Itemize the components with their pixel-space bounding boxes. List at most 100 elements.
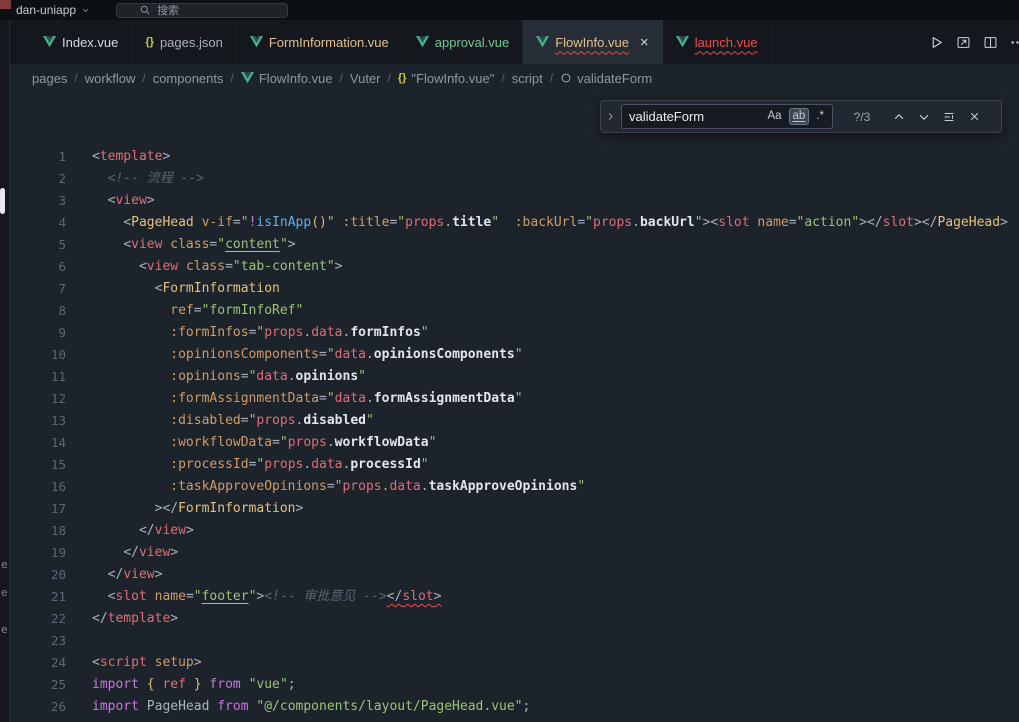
breadcrumb-separator: /: [340, 71, 343, 85]
command-center-search[interactable]: 搜索: [116, 3, 288, 18]
breadcrumb-label: pages: [32, 71, 67, 86]
code-text: :processId="props.data.processId": [92, 454, 429, 476]
code-line[interactable]: 20 </view>: [0, 564, 1019, 586]
clipped-text: e: [1, 558, 8, 571]
next-match-button[interactable]: [913, 106, 935, 128]
breadcrumb-separator: /: [142, 71, 145, 85]
tab-approval.vue[interactable]: approval.vue: [403, 20, 523, 64]
code-line[interactable]: 3 <view>: [0, 190, 1019, 212]
breadcrumb-label: "FlowInfo.vue": [411, 71, 494, 86]
find-widget: Aaab.* ?/3: [600, 100, 1002, 133]
find-input-box[interactable]: Aaab.*: [621, 104, 833, 129]
symbol-method-icon: [560, 72, 572, 84]
app-name: dan-uniapp: [16, 3, 76, 17]
code-line[interactable]: 8 ref="formInfoRef": [0, 300, 1019, 322]
breadcrumb-separator: /: [501, 71, 504, 85]
breadcrumb-label: FlowInfo.vue: [259, 71, 333, 86]
code-text: <script setup>: [92, 652, 202, 674]
close-find-button[interactable]: [963, 106, 985, 128]
braces-icon: {}: [398, 72, 407, 84]
code-text: :taskApproveOpinions="props.data.taskApp…: [92, 476, 585, 498]
split-editor-button[interactable]: [983, 35, 998, 50]
editor-actions: [929, 20, 1019, 64]
breadcrumb-item-FlowInfo.vue[interactable]: {} "FlowInfo.vue": [398, 71, 495, 86]
tab-FormInformation.vue[interactable]: FormInformation.vue: [237, 20, 403, 64]
match-case-toggle[interactable]: Aa: [763, 108, 785, 126]
code-text: <PageHead v-if="!isInApp()" :title="prop…: [92, 212, 1008, 234]
code-text: </template>: [92, 608, 178, 630]
breadcrumb-separator: /: [388, 71, 391, 85]
tab-label: launch.vue: [695, 35, 758, 50]
more-actions-button[interactable]: [1010, 35, 1019, 50]
code-text: <view class="tab-content">: [92, 256, 342, 278]
code-text: ></FormInformation>: [92, 498, 303, 520]
code-line[interactable]: 21 <slot name="footer"><!-- 审批意见 --></sl…: [0, 586, 1019, 608]
tab-Index.vue[interactable]: Index.vue: [30, 20, 132, 64]
code-line[interactable]: 25import { ref } from "vue";: [0, 674, 1019, 696]
breadcrumb-item-FlowInfo.vue[interactable]: FlowInfo.vue: [241, 71, 333, 86]
breadcrumb-item-script[interactable]: script: [512, 71, 543, 86]
code-line[interactable]: 2 <!-- 流程 -->: [0, 168, 1019, 190]
code-text: <slot name="footer"><!-- 审批意见 --></slot>: [92, 586, 441, 608]
code-line[interactable]: 17 ></FormInformation>: [0, 498, 1019, 520]
code-text: </view>: [92, 564, 162, 586]
code-line[interactable]: 6 <view class="tab-content">: [0, 256, 1019, 278]
code-text: :opinions="data.opinions": [92, 366, 366, 388]
breadcrumb: pages / workflow / components / FlowInfo.vue / V…: [0, 64, 1019, 92]
code-line[interactable]: 7 <FormInformation: [0, 278, 1019, 300]
tab-label: FlowInfo.vue: [555, 35, 629, 50]
find-in-selection-icon: [942, 110, 956, 124]
regex-toggle[interactable]: .*: [812, 108, 828, 126]
code-text: :formAssignmentData="data.formAssignment…: [92, 388, 523, 410]
run-button[interactable]: [929, 35, 944, 50]
code-line[interactable]: 19 </view>: [0, 542, 1019, 564]
code-line[interactable]: 15 :processId="props.data.processId": [0, 454, 1019, 476]
tab-label: pages.json: [160, 35, 223, 50]
code-line[interactable]: 1<template>: [0, 146, 1019, 168]
code-line[interactable]: 10 :opinionsComponents="data.opinionsCom…: [0, 344, 1019, 366]
code-line[interactable]: 26import PageHead from "@/components/lay…: [0, 696, 1019, 718]
code-line[interactable]: 22</template>: [0, 608, 1019, 630]
breadcrumb-item-components[interactable]: components: [153, 71, 224, 86]
code-text: <view class="content">: [92, 234, 296, 256]
editor[interactable]: Aaab.* ?/3 1<template>2 <!-- 流程 -->3 <vi…: [0, 92, 1019, 722]
code-text: ref="formInfoRef": [92, 300, 303, 322]
find-in-selection-button[interactable]: [938, 106, 960, 128]
code-line[interactable]: 9 :formInfos="props.data.formInfos": [0, 322, 1019, 344]
close-icon[interactable]: ×: [640, 35, 649, 50]
code-line[interactable]: 16 :taskApproveOpinions="props.data.task…: [0, 476, 1019, 498]
code-line[interactable]: 14 :workflowData="props.workflowData": [0, 432, 1019, 454]
tab-FlowInfo.vue[interactable]: FlowInfo.vue ×: [523, 20, 662, 64]
code-line[interactable]: 13 :disabled="props.disabled": [0, 410, 1019, 432]
app-menu[interactable]: dan-uniapp: [16, 3, 90, 17]
code-line[interactable]: 12 :formAssignmentData="data.formAssignm…: [0, 388, 1019, 410]
code-line[interactable]: 11 :opinions="data.opinions": [0, 366, 1019, 388]
tab-launch.vue[interactable]: launch.vue: [663, 20, 772, 64]
open-preview-button[interactable]: [956, 35, 971, 50]
breadcrumb-item-validateForm[interactable]: validateForm: [560, 71, 652, 86]
breadcrumb-item-Vuter[interactable]: Vuter: [350, 71, 381, 86]
code-text: :opinionsComponents="data.opinionsCompon…: [92, 344, 523, 366]
whole-word-toggle[interactable]: ab: [789, 108, 810, 126]
code-text: <FormInformation: [92, 278, 280, 300]
left-strip-indicator: [0, 188, 5, 214]
tabs: Index.vue{}pages.jsonFormInformation.vue…: [30, 20, 772, 64]
clipped-text: e: [1, 623, 8, 636]
code-line[interactable]: 4 <PageHead v-if="!isInApp()" :title="pr…: [0, 212, 1019, 234]
vue-icon: [241, 72, 254, 84]
code-text: :workflowData="props.workflowData": [92, 432, 436, 454]
code-line[interactable]: 24<script setup>: [0, 652, 1019, 674]
previous-match-button[interactable]: [888, 106, 910, 128]
breadcrumb-item-workflow[interactable]: workflow: [85, 71, 136, 86]
toggle-replace-button[interactable]: [603, 111, 618, 122]
find-input[interactable]: [629, 109, 763, 124]
find-results-count: ?/3: [841, 110, 883, 124]
code-line[interactable]: 23: [0, 630, 1019, 652]
code-text: <view>: [92, 190, 155, 212]
code-text: :disabled="props.disabled": [92, 410, 374, 432]
code-text: <template>: [92, 146, 170, 168]
tab-pages.json[interactable]: {}pages.json: [132, 20, 236, 64]
code-line[interactable]: 5 <view class="content">: [0, 234, 1019, 256]
breadcrumb-item-pages[interactable]: pages: [32, 71, 67, 86]
code-line[interactable]: 18 </view>: [0, 520, 1019, 542]
